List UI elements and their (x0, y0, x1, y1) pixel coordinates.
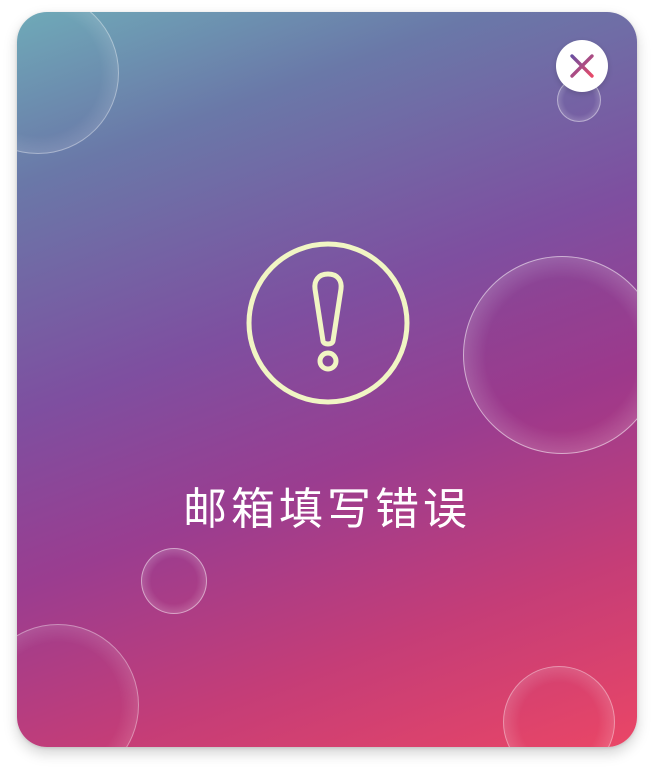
close-button[interactable] (556, 40, 608, 92)
decorative-bubble (17, 12, 119, 154)
decorative-bubble (141, 548, 207, 614)
exclamation-circle-icon (246, 241, 410, 405)
error-dialog: 邮箱填写错误 (17, 12, 637, 747)
close-icon (570, 54, 594, 78)
error-message: 邮箱填写错误 (183, 484, 471, 535)
decorative-bubble (17, 624, 139, 747)
decorative-bubble (463, 256, 637, 454)
decorative-bubble (503, 666, 615, 747)
